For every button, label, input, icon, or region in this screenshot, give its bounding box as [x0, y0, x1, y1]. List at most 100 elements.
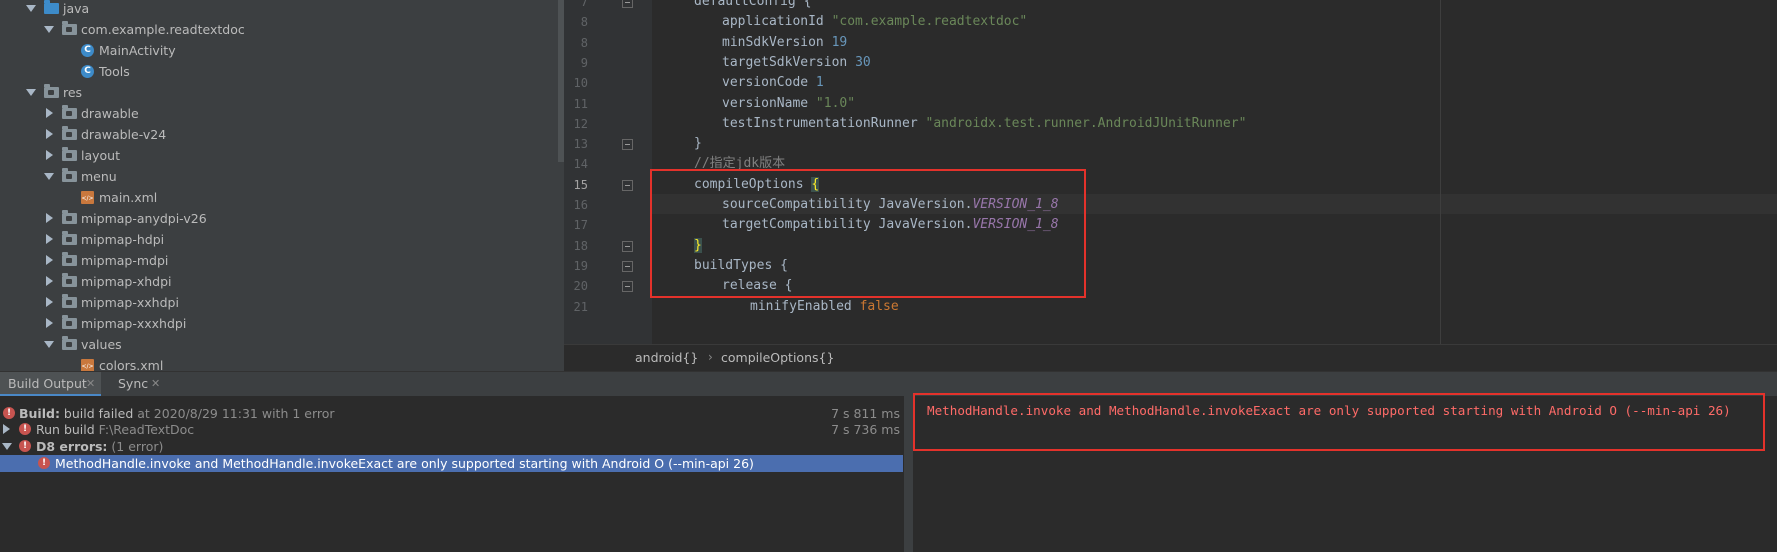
tree-item[interactable]: mipmap-xhdpi: [0, 271, 558, 292]
chevron-down-icon[interactable]: [2, 443, 12, 450]
folder-icon: [44, 84, 59, 98]
chevron-right-icon[interactable]: [46, 108, 53, 118]
chevron-right-icon[interactable]: [46, 318, 53, 328]
line-number: 12: [573, 116, 588, 131]
chevron-down-icon[interactable]: [26, 5, 36, 12]
tree-item[interactable]: com.example.readtextdoc: [0, 19, 558, 40]
chevron-right-icon[interactable]: [46, 234, 53, 244]
tree-item-label: java: [63, 1, 90, 16]
tree-item-label: main.xml: [99, 190, 158, 205]
line-number: 13: [573, 137, 588, 152]
build-tree-row[interactable]: ! Build: build failed at 2020/8/29 11:31 …: [0, 405, 904, 422]
code-token: testInstrumentationRunner: [722, 115, 926, 131]
chevron-right-icon[interactable]: [46, 213, 53, 223]
tab-build-output-label: Build Output: [8, 376, 87, 391]
build-output-tree: ! Build: build failed at 2020/8/29 11:31 …: [0, 396, 904, 552]
chevron-down-icon[interactable]: [26, 89, 36, 96]
line-number: 14: [573, 157, 588, 172]
package-icon: [62, 21, 77, 35]
code-token: versionName: [722, 95, 816, 111]
folder-icon: [62, 273, 77, 287]
tree-item[interactable]: </> main.xml: [0, 187, 558, 208]
highlight-box-console-error: [913, 393, 1765, 451]
chevron-right-icon[interactable]: [46, 129, 53, 139]
code-token: 1: [815, 75, 824, 91]
line-number: 15: [573, 177, 588, 192]
chevron-down-icon[interactable]: [44, 341, 54, 348]
folder-icon: [62, 336, 77, 350]
code-line: versionCode 1: [722, 73, 824, 93]
tree-item-label: com.example.readtextdoc: [81, 22, 245, 37]
folder-icon: [62, 147, 77, 161]
tree-item[interactable]: </> colors.xml: [0, 355, 558, 371]
chevron-right-icon[interactable]: [46, 150, 53, 160]
tree-item[interactable]: mipmap-hdpi: [0, 229, 558, 250]
fold-toggle-icon[interactable]: [622, 0, 633, 8]
fold-toggle-icon[interactable]: [622, 240, 633, 252]
build-row-title: D8 errors:: [36, 439, 108, 454]
fold-toggle-icon[interactable]: [622, 179, 633, 191]
line-number: 21: [573, 299, 588, 314]
tree-item[interactable]: mipmap-xxxhdpi: [0, 313, 558, 334]
chevron-down-icon[interactable]: [44, 26, 54, 33]
error-icon: !: [19, 423, 31, 435]
breadcrumb-item-android[interactable]: android{}: [635, 350, 698, 365]
folder-icon: [62, 105, 77, 119]
chevron-right-icon[interactable]: [46, 297, 53, 307]
tree-item[interactable]: res: [0, 82, 558, 103]
build-row-detail: at 2020/8/29 11:31 with 1 error: [133, 406, 335, 421]
code-token: "androidx.test.runner.AndroidJUnitRunner…: [925, 115, 1247, 131]
tree-item[interactable]: drawable-v24: [0, 124, 558, 145]
line-number: 10: [573, 76, 588, 91]
tree-item-label: drawable: [81, 106, 139, 121]
folder-icon: [62, 252, 77, 266]
tree-item-label: drawable-v24: [81, 127, 167, 142]
chevron-right-icon[interactable]: [46, 276, 53, 286]
tree-item[interactable]: menu: [0, 166, 558, 187]
fold-toggle-icon[interactable]: [622, 139, 633, 151]
tree-item[interactable]: mipmap-anydpi-v26: [0, 208, 558, 229]
tree-item[interactable]: drawable: [0, 103, 558, 124]
tree-item[interactable]: java: [0, 0, 558, 19]
chevron-down-icon[interactable]: [44, 173, 54, 180]
error-icon: !: [3, 407, 15, 419]
line-number: 9: [580, 55, 588, 70]
close-tab-build-output-icon[interactable]: ✕: [86, 372, 95, 396]
class-icon: C: [81, 44, 94, 57]
tree-item[interactable]: values: [0, 334, 558, 355]
chevron-right-icon[interactable]: [3, 424, 10, 434]
chevron-right-icon[interactable]: [46, 255, 53, 265]
build-tree-row[interactable]: ! D8 errors: (1 error): [0, 438, 904, 455]
code-token: false: [859, 298, 899, 314]
tree-item[interactable]: C Tools: [0, 61, 558, 82]
xml-file-icon: </>: [81, 191, 94, 204]
build-duration: 7 s 736 ms: [831, 422, 900, 437]
build-error-row[interactable]: ! MethodHandle.invoke and MethodHandle.in…: [0, 455, 903, 472]
line-number: 8: [580, 15, 588, 30]
code-line: minSdkVersion 19: [722, 33, 847, 53]
tree-item[interactable]: C MainActivity: [0, 40, 558, 61]
breadcrumb-item-compile-options[interactable]: compileOptions{}: [721, 350, 834, 365]
tree-item-label: MainActivity: [99, 43, 176, 58]
fold-toggle-icon[interactable]: [622, 281, 633, 293]
tree-item-label: mipmap-xxxhdpi: [81, 316, 187, 331]
code-line: applicationId "com.example.readtextdoc": [722, 12, 1027, 32]
code-line: targetSdkVersion 30: [722, 53, 871, 73]
build-tree-row[interactable]: ! Run build F:\ReadTextDoc 7 s 736 ms: [0, 421, 904, 438]
breadcrumb-separator-icon: ›: [708, 350, 713, 364]
breadcrumb: android{} › compileOptions{}: [564, 344, 1777, 371]
close-tab-sync-icon[interactable]: ✕: [151, 372, 160, 396]
code-line: }: [694, 134, 702, 154]
tree-item[interactable]: mipmap-xxhdpi: [0, 292, 558, 313]
tree-item[interactable]: mipmap-mdpi: [0, 250, 558, 271]
folder-icon: [62, 126, 77, 140]
tree-item[interactable]: layout: [0, 145, 558, 166]
tree-item-label: mipmap-mdpi: [81, 253, 169, 268]
line-number: 17: [573, 218, 588, 233]
code-token: versionCode: [722, 75, 816, 91]
panel-splitter[interactable]: [904, 396, 913, 552]
build-duration: 7 s 811 ms: [831, 406, 900, 421]
fold-toggle-icon[interactable]: [622, 260, 633, 272]
folder-icon: [44, 0, 59, 14]
tree-item-label: mipmap-anydpi-v26: [81, 211, 207, 226]
